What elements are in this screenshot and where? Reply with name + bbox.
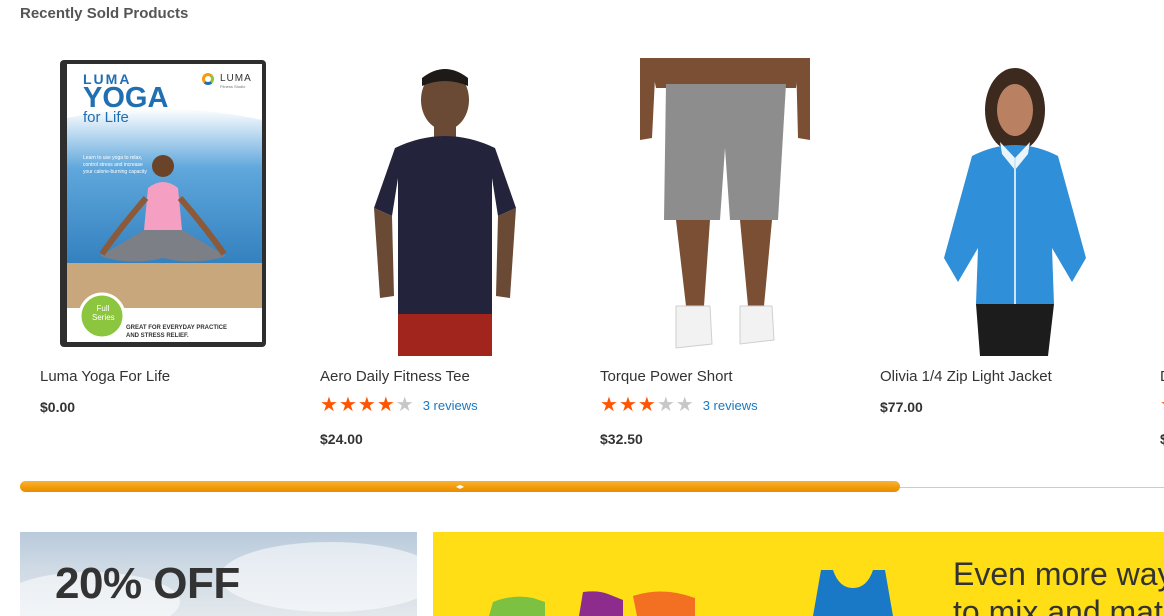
promo-headline: 20% OFF (55, 559, 240, 608)
product-price: $0.00 (40, 399, 76, 415)
star-icon: ★ (656, 394, 676, 416)
rating-stars: ★★★★★ (320, 395, 415, 415)
promo-banner-mix-match[interactable]: Even more way to mix and mat (433, 532, 1164, 616)
product-image-jacket[interactable] (880, 58, 1140, 356)
star-icon: ★ (395, 394, 415, 416)
star-icon: ★ (600, 394, 619, 416)
dvd-subtitle: for Life (83, 109, 129, 126)
grip-icon: ◂▸ (455, 482, 465, 491)
product-rating: ★ (1160, 395, 1164, 415)
tanks-illustration (489, 570, 893, 616)
product-item[interactable]: LUMA YOGA for Life LUMA Fitness Studio L… (40, 58, 300, 458)
product-price: $32.50 (600, 431, 643, 447)
product-name-link[interactable]: Torque Power Short (600, 368, 733, 385)
product-item[interactable]: Torque Power Short ★★★★★ 3 reviews $32.5… (600, 58, 860, 458)
rating-stars: ★★★★★ (600, 395, 695, 415)
star-icon: ★ (637, 394, 657, 416)
product-name-link[interactable]: Luma Yoga For Life (40, 368, 170, 385)
dvd-badge-line2: Series (92, 313, 115, 322)
product-image-shorts[interactable] (600, 58, 860, 356)
carousel-scroll-thumb[interactable]: ◂▸ (20, 481, 900, 492)
reviews-link[interactable]: 3 reviews (423, 398, 478, 413)
star-icon: ★ (357, 394, 377, 416)
reviews-link[interactable]: 3 reviews (703, 398, 758, 413)
product-carousel: LUMA YOGA for Life LUMA Fitness Studio L… (0, 0, 1164, 470)
product-item[interactable]: Aero Daily Fitness Tee ★★★★★ 3 reviews $… (320, 58, 580, 458)
product-rating: ★★★★★ 3 reviews (600, 395, 758, 415)
product-image-tee[interactable] (320, 58, 580, 356)
dvd-logo-text: LUMA (220, 73, 252, 84)
dvd-badge-line1: Full (96, 304, 110, 313)
star-icon: ★ (675, 394, 695, 416)
product-name-link[interactable]: Olivia 1/4 Zip Light Jacket (880, 368, 1052, 385)
luma-logo-icon (202, 73, 214, 85)
dvd-logo-sub: Fitness Studio (220, 84, 246, 89)
dvd-footer-line2: AND STRESS RELIEF. (126, 333, 189, 339)
star-icon: ★ (320, 394, 339, 416)
promo-text-line1: Even more way (953, 556, 1164, 592)
product-item[interactable]: Olivia 1/4 Zip Light Jacket $77.00 (880, 58, 1140, 458)
dvd-badge: Full Series (92, 304, 115, 322)
promo-banner-discount[interactable]: 20% OFF (20, 532, 417, 616)
star-icon: ★ (1160, 394, 1164, 416)
product-price: $24.00 (320, 431, 363, 447)
star-icon: ★ (618, 394, 638, 416)
product-price: $ (1160, 431, 1164, 447)
dvd-footer: GREAT FOR EVERYDAY PRACTICE AND STRESS R… (126, 324, 227, 340)
product-image-yoga-dvd[interactable]: LUMA YOGA for Life LUMA Fitness Studio L… (40, 58, 300, 356)
product-item[interactable]: D ★ $ (1160, 58, 1164, 458)
promo-text-line2: to mix and mat (953, 594, 1163, 616)
dvd-footer-line1: GREAT FOR EVERYDAY PRACTICE (126, 325, 228, 331)
rating-stars: ★ (1160, 395, 1164, 415)
product-rating: ★★★★★ 3 reviews (320, 395, 478, 415)
product-name-link[interactable]: Aero Daily Fitness Tee (320, 368, 470, 385)
product-name-link[interactable]: D (1160, 368, 1164, 385)
product-price: $77.00 (880, 399, 923, 415)
dvd-blurb: Learn to use yoga to relax, control stre… (83, 155, 147, 175)
cloud-decoration (220, 542, 417, 612)
star-icon: ★ (338, 394, 358, 416)
star-icon: ★ (376, 394, 396, 416)
